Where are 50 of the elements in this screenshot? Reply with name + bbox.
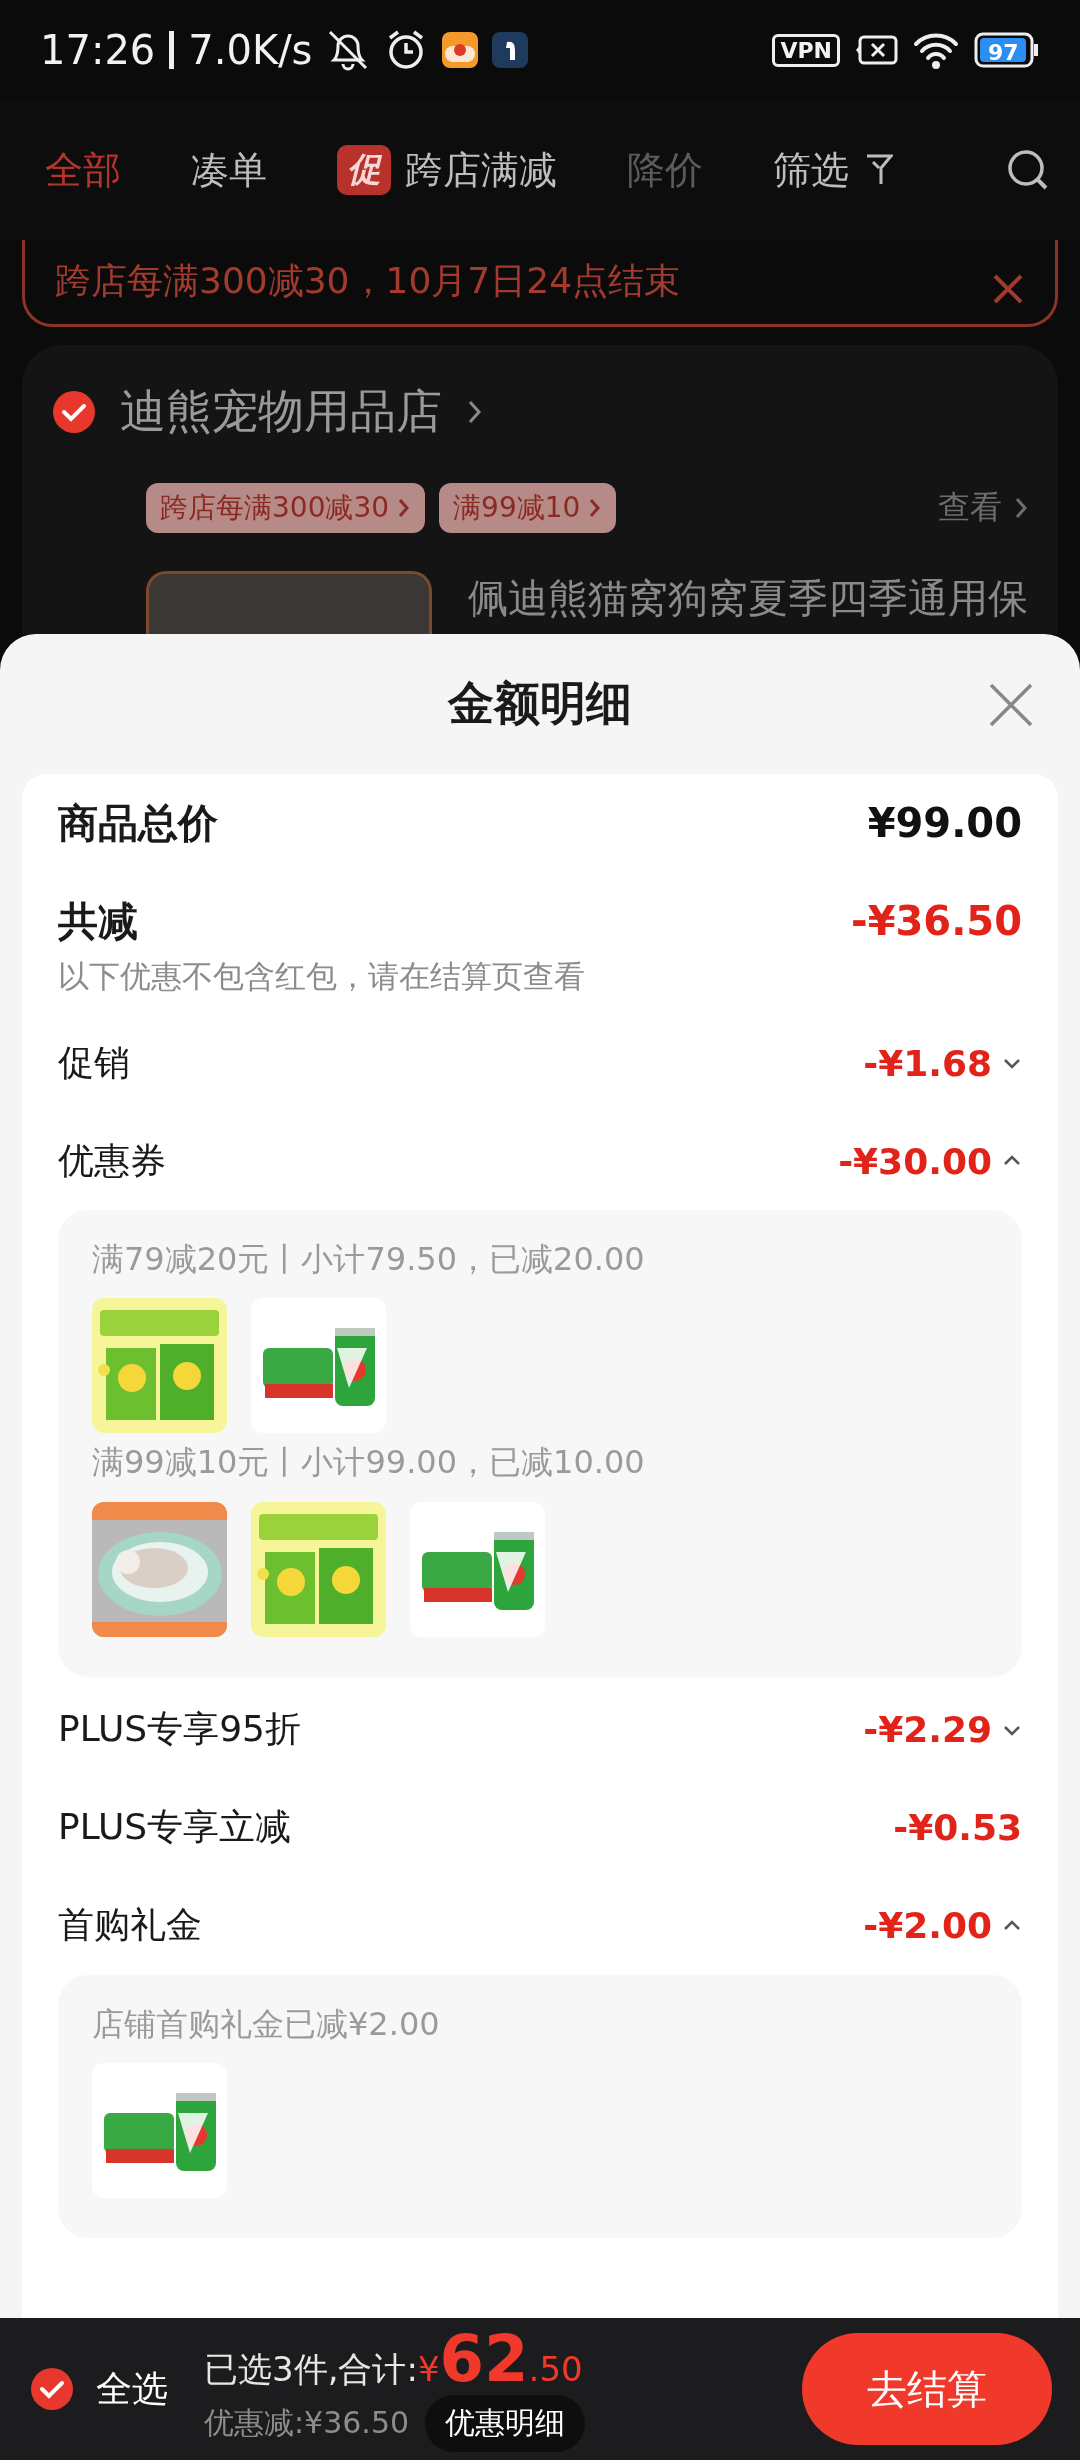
product-title: 佩迪熊猫窝狗窝夏季四季通用保 (468, 574, 1028, 623)
discount-amount: -¥2.29 (863, 1709, 992, 1751)
chevron-right-icon (1014, 496, 1028, 520)
discount-amount: -¥36.50 (851, 898, 1022, 944)
checkbox[interactable] (30, 2367, 74, 2411)
discount-amount: -¥30.00 (838, 1140, 992, 1182)
tab[interactable]: 凑单 (191, 144, 267, 196)
summary-text: 已选3件,合计: (204, 2347, 418, 2391)
store-name[interactable]: 迪熊宠物用品店 (120, 381, 442, 443)
checkbox[interactable] (52, 390, 96, 434)
chevron-right-icon (397, 497, 412, 519)
checkout-button[interactable]: 去结算 (802, 2333, 1052, 2445)
app-icon (492, 32, 529, 68)
tab[interactable]: 促 跨店满减 (337, 144, 557, 196)
network-speed: 7.0K/s (188, 27, 313, 73)
tab[interactable]: 筛选 (773, 144, 893, 196)
sheet-title: 金额明细 (448, 675, 632, 732)
row-label: 首购礼金 (58, 1903, 203, 1948)
discount-amount: -¥0.53 (893, 1807, 1022, 1849)
battery-icon (974, 32, 1040, 68)
promo-banner-text: 跨店每满300减30，10月7日24点结束 (55, 259, 682, 303)
row-label: 共减 (58, 896, 139, 946)
details-button[interactable]: 优惠明细 (425, 2394, 586, 2452)
total-amount: ¥99.00 (867, 800, 1022, 846)
tab[interactable]: 全部 (45, 144, 121, 196)
detail-text: 满79减20元丨小计79.50，已减20.00 (92, 1240, 646, 1279)
search-icon[interactable] (1006, 148, 1050, 192)
app-icon (442, 32, 479, 68)
close-icon[interactable] (991, 272, 1025, 306)
row-label: 优惠券 (58, 1138, 167, 1183)
row-label: 商品总价 (58, 798, 219, 848)
total-price: ¥62.50 (417, 2326, 583, 2391)
row-label: PLUS专享立减 (58, 1805, 293, 1850)
view-link[interactable]: 查看 (938, 486, 1002, 530)
discount-amount: -¥1.68 (863, 1042, 992, 1084)
discount-amount: -¥2.00 (863, 1905, 992, 1947)
clock: 17:26 (40, 27, 156, 73)
note-text: 以下优惠不包含红包，请在结算页查看 (58, 957, 586, 996)
chevron-right-icon (466, 398, 482, 426)
close-icon[interactable] (988, 682, 1034, 728)
battery-level: 97 (988, 40, 1019, 65)
chevron-right-icon (588, 497, 603, 519)
discount-text: 优惠减:¥36.50 (204, 2403, 410, 2442)
row-label: 促销 (58, 1040, 131, 1085)
promo-badge: 促 (337, 145, 391, 195)
detail-text: 店铺首购礼金已减¥2.00 (92, 2004, 441, 2044)
detail-text: 满99减10元丨小计99.00，已减10.00 (92, 1443, 646, 1482)
vpn-indicator: VPN (772, 33, 840, 67)
select-all-label[interactable]: 全选 (96, 2364, 168, 2414)
row-label: PLUS专享95折 (58, 1707, 302, 1752)
